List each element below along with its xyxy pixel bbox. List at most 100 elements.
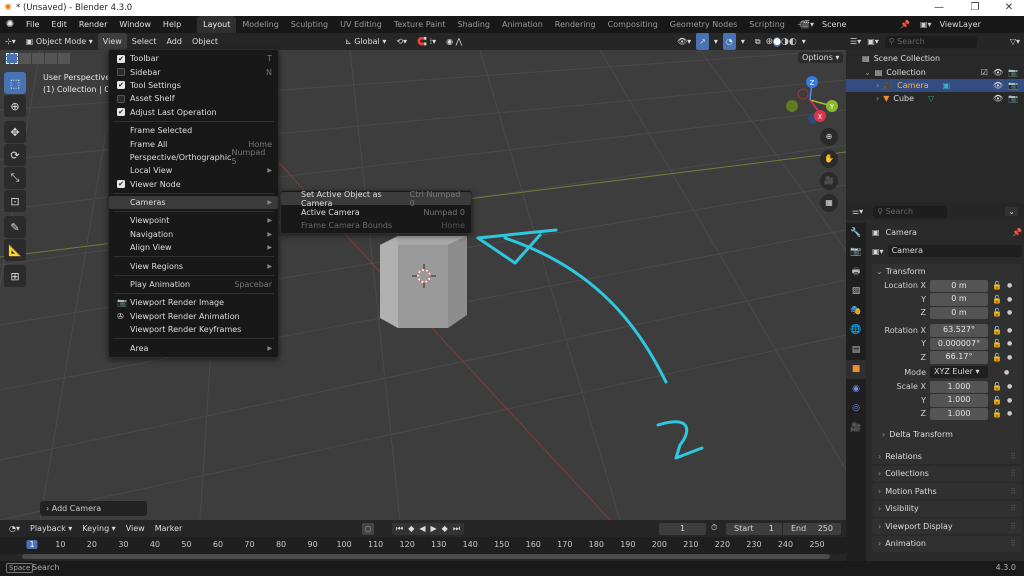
menu-window[interactable]: Window: [113, 16, 157, 33]
timeline-scrollbar[interactable]: [22, 554, 830, 559]
pin-icon[interactable]: 📌: [1012, 228, 1022, 237]
menu-object[interactable]: Object: [187, 33, 223, 50]
workspace-tab-uv-editing[interactable]: UV Editing: [334, 16, 388, 33]
menu-item-perspective-orthographic[interactable]: Perspective/Orthographic Numpad 5: [109, 148, 278, 166]
object-tab-icon[interactable]: ■: [846, 359, 866, 379]
outliner-search-input[interactable]: ⚲ Search: [884, 35, 977, 48]
scale-x-field[interactable]: 1.000: [930, 380, 988, 393]
camera-view-icon[interactable]: 🎥: [820, 172, 838, 190]
editor-type-icon[interactable]: ⊹▾: [0, 33, 21, 50]
drag-handle-icon[interactable]: ⠿: [1010, 469, 1016, 478]
checkbox-checked-icon[interactable]: ✔: [117, 108, 125, 117]
display-mode-icon[interactable]: ☰▾: [850, 37, 861, 46]
object-data-tab-icon[interactable]: 🎥: [846, 418, 866, 438]
scale-y-field[interactable]: 1.000: [930, 394, 988, 407]
location-x-field[interactable]: 0 m: [930, 279, 988, 292]
menu-item-play-animation[interactable]: Play Animation Spacebar: [109, 278, 278, 291]
keyframe-dot-icon[interactable]: ●: [1007, 397, 1012, 404]
checkbox-checked-icon[interactable]: ✔: [117, 180, 125, 189]
close-button[interactable]: ✕: [994, 0, 1024, 16]
snap-icon[interactable]: 🧲 ⁞▾: [412, 33, 441, 50]
options-dropdown[interactable]: Options ▾: [798, 52, 844, 63]
menu-item-viewport-render-image[interactable]: 📷 Viewport Render Image: [109, 296, 278, 309]
menu-edit[interactable]: Edit: [45, 16, 73, 33]
eye-icon[interactable]: 👁: [993, 68, 1003, 77]
menu-item-adjust-last-operation[interactable]: ✔ Adjust Last Operation: [109, 106, 278, 119]
menu-item-set-active-object-as-camera[interactable]: Set Active Object as Camera Ctrl Numpad 0: [281, 190, 471, 208]
physics-tab-icon[interactable]: ◉: [846, 379, 866, 399]
ortho-grid-icon[interactable]: ▦: [820, 194, 838, 212]
view-layer-name[interactable]: ViewLayer: [940, 20, 981, 29]
menu-item-area[interactable]: Area ▶: [109, 341, 278, 354]
panel-visibility[interactable]: › Visibility ⠿: [872, 500, 1022, 517]
workspace-tab-geometry-nodes[interactable]: Geometry Nodes: [664, 16, 743, 33]
menu-item-viewer-node[interactable]: ✔ Viewer Node: [109, 178, 278, 191]
camera-data-icon[interactable]: ▣: [943, 81, 951, 90]
lock-icon[interactable]: 🔓: [992, 353, 1002, 362]
blender-menu-icon[interactable]: ✺: [0, 19, 20, 30]
eye-icon[interactable]: 👁: [993, 81, 1003, 90]
drag-handle-icon[interactable]: ⠿: [1010, 487, 1016, 496]
panel-animation[interactable]: › Animation ⠿: [872, 535, 1022, 552]
select-intersect-icon[interactable]: [58, 53, 70, 64]
expand-arrow-icon[interactable]: ›: [876, 81, 879, 90]
menu-file[interactable]: File: [20, 16, 45, 33]
panel-motion-paths[interactable]: › Motion Paths ⠿: [872, 483, 1022, 499]
checkbox-unchecked-icon[interactable]: [117, 68, 125, 77]
scene-name[interactable]: Scene: [822, 20, 846, 29]
select-new-icon[interactable]: [6, 53, 18, 64]
mesh-data-icon[interactable]: ▽: [928, 94, 934, 103]
tool-tab-icon[interactable]: 🔧: [846, 223, 866, 243]
menu-item-cameras[interactable]: Cameras ▶: [109, 195, 278, 210]
menu-item-active-camera[interactable]: Active Camera Numpad 0: [281, 205, 471, 218]
render-camera-icon[interactable]: 📷: [1008, 68, 1018, 77]
scale-tool-icon[interactable]: ⤡: [4, 167, 26, 189]
workspace-tab-layout[interactable]: Layout: [197, 16, 237, 33]
keyframe-dot-icon[interactable]: ●: [1007, 327, 1012, 334]
overlays-dropdown[interactable]: ▾: [736, 33, 750, 50]
cursor-tool-icon[interactable]: ⊕: [4, 95, 26, 117]
rotation-x-field[interactable]: 63.527°: [930, 324, 988, 337]
keyframe-dot-icon[interactable]: ●: [1007, 309, 1012, 316]
render-tab-icon[interactable]: 📷: [846, 243, 866, 263]
drag-handle-icon[interactable]: ⠿: [1010, 452, 1016, 461]
menu-item-tool-settings[interactable]: ✔ Tool Settings: [109, 79, 278, 92]
view-layer-selector[interactable]: ▣▾ ViewLayer: [920, 18, 1020, 31]
options-dropdown-icon[interactable]: ⌄: [1005, 207, 1018, 216]
wireframe-shading-icon[interactable]: ⊕: [766, 37, 774, 47]
visibility-icon[interactable]: 👁▾: [672, 33, 696, 50]
workspace-tab-texture-paint[interactable]: Texture Paint: [388, 16, 452, 33]
keyframe-dot-icon[interactable]: ●: [1007, 296, 1012, 303]
world-tab-icon[interactable]: 🌐: [846, 321, 866, 341]
menu-item-local-view[interactable]: Local View ▶: [109, 164, 278, 177]
zoom-icon[interactable]: ⊕: [820, 128, 838, 146]
location-z-field[interactable]: 0 m: [930, 306, 988, 319]
rotation-mode-dropdown[interactable]: XYZ Euler ▾: [930, 366, 988, 378]
proportional-edit-icon[interactable]: ◉ ⋀: [441, 33, 467, 50]
keyframe-dot-icon[interactable]: ●: [1007, 410, 1012, 417]
workspace-tab-modeling[interactable]: Modeling: [236, 16, 284, 33]
workspace-tab-compositing[interactable]: Compositing: [602, 16, 664, 33]
solid-shading-icon[interactable]: ●: [773, 36, 782, 47]
menu-item-align-view[interactable]: Align View ▶: [109, 241, 278, 254]
panel-relations[interactable]: › Relations ⠿: [872, 448, 1022, 464]
keyframe-dot-icon[interactable]: ●: [1007, 282, 1012, 289]
overlays-toggle-icon[interactable]: ◔: [722, 33, 736, 50]
lock-icon[interactable]: 🔓: [992, 295, 1002, 304]
scene-tab-icon[interactable]: 🎭: [846, 301, 866, 321]
select-box-tool-icon[interactable]: ⬚: [4, 72, 26, 94]
menu-item-viewport-render-keyframes[interactable]: Viewport Render Keyframes: [109, 323, 278, 336]
outliner-row-collection[interactable]: ⌄ ▤ Collection ☑ 👁 📷: [846, 65, 1024, 78]
drag-handle-icon[interactable]: ⠿: [1010, 504, 1016, 513]
menu-item-frame-camera-bounds[interactable]: Frame Camera Bounds Home: [281, 219, 471, 232]
menu-item-asset-shelf[interactable]: Asset Shelf: [109, 92, 278, 105]
last-operator-panel[interactable]: › Add Camera: [40, 501, 147, 516]
panel-collections[interactable]: › Collections ⠿: [872, 465, 1022, 482]
outliner-row-scene-collection[interactable]: ▤ Scene Collection: [846, 52, 1024, 65]
outliner-row-cube[interactable]: › ▼ Cube ▽ 👁 📷: [846, 92, 1024, 105]
pivot-icon[interactable]: ⟲▾: [391, 33, 412, 50]
eye-icon[interactable]: 👁: [993, 94, 1003, 103]
menu-view[interactable]: View: [97, 33, 127, 50]
measure-tool-icon[interactable]: 📐: [4, 239, 26, 261]
drag-handle-icon[interactable]: ⠿: [1010, 539, 1016, 548]
